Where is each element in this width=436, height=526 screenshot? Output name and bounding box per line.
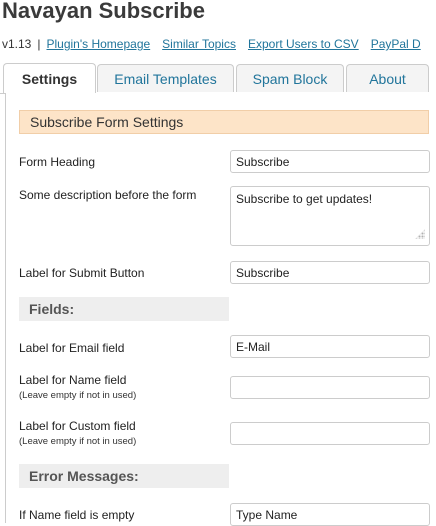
name-empty-input[interactable]	[230, 503, 430, 526]
section-header: Subscribe Form Settings	[19, 110, 429, 134]
tab-about[interactable]: About	[346, 64, 429, 92]
name-field-hint: (Leave empty if not in used)	[19, 390, 137, 401]
similar-topics-link[interactable]: Similar Topics	[162, 37, 236, 51]
custom-label-input[interactable]	[230, 422, 430, 445]
description-label: Some description before the form	[19, 188, 197, 202]
version-text: v1.13	[2, 37, 32, 51]
custom-field-hint: (Leave empty if not in used)	[19, 436, 137, 447]
plugin-meta-bar: v1.13 | Plugin's Homepage Similar Topics Exp…	[2, 37, 433, 51]
page-title: Navayan Subscribe	[2, 0, 205, 23]
name-field-label-group: Label for Name field (Leave empty if not…	[19, 373, 136, 401]
name-field-label: Label for Name field	[19, 373, 127, 387]
separator: |	[37, 37, 41, 51]
custom-field-label: Label for Custom field	[19, 419, 136, 433]
description-textarea[interactable]: Subscribe to get updates!	[230, 186, 430, 246]
form-heading-input[interactable]	[230, 150, 430, 173]
error-messages-subheading: Error Messages:	[19, 464, 229, 488]
paypal-link[interactable]: PayPal D	[371, 37, 421, 51]
tab-spam-block[interactable]: Spam Block	[236, 64, 344, 92]
submit-button-label: Label for Submit Button	[19, 266, 145, 280]
export-users-csv-link[interactable]: Export Users to CSV	[248, 37, 359, 51]
submit-label-input[interactable]	[230, 261, 430, 284]
email-field-label: Label for Email field	[19, 341, 125, 355]
name-empty-label: If Name field is empty	[19, 508, 135, 522]
fields-subheading: Fields:	[19, 297, 229, 321]
name-label-input[interactable]	[230, 376, 430, 399]
tab-settings[interactable]: Settings	[3, 63, 96, 93]
email-label-input[interactable]	[230, 335, 430, 358]
form-heading-label: Form Heading	[19, 155, 96, 169]
plugin-homepage-link[interactable]: Plugin's Homepage	[46, 37, 150, 51]
tab-bar: Settings Email Templates Spam Block Abou…	[0, 61, 436, 94]
tab-email-templates[interactable]: Email Templates	[97, 64, 234, 92]
custom-field-label-group: Label for Custom field (Leave empty if n…	[19, 419, 136, 447]
